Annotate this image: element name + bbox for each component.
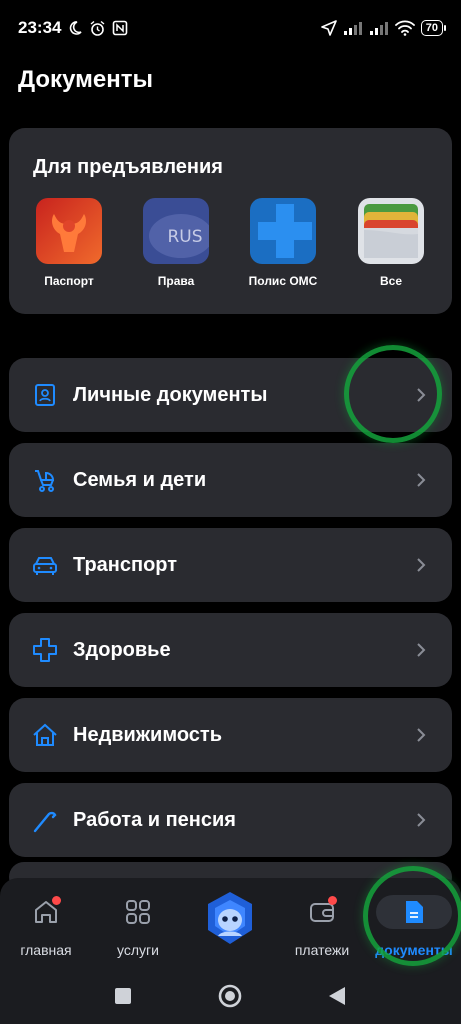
chevron-right-icon — [416, 642, 426, 658]
back-icon[interactable] — [329, 987, 345, 1005]
battery-icon: 70 — [420, 20, 447, 36]
chevron-right-icon — [416, 812, 426, 828]
category-family-children[interactable]: Семья и дети — [9, 443, 452, 517]
all-documents-label: Все — [379, 274, 402, 288]
passport-label: Паспорт — [44, 274, 94, 288]
id-card-icon — [31, 381, 59, 409]
driving-license-tile[interactable]: RUS Права — [131, 198, 221, 288]
car-icon — [31, 551, 59, 579]
moon-icon — [67, 20, 83, 36]
page-title: Документы — [18, 66, 153, 93]
category-real-estate[interactable]: Недвижимость — [9, 698, 452, 772]
present-documents-card: Для предъявления Паспорт RUS Права Полис… — [9, 128, 452, 314]
system-navigation-bar — [0, 982, 461, 1012]
passport-tile[interactable]: Паспорт — [24, 198, 114, 288]
category-work-pension[interactable]: Работа и пенсия — [9, 783, 452, 857]
medical-policy-icon — [250, 198, 316, 264]
stroller-icon — [31, 466, 59, 494]
tap-highlight-ring — [363, 866, 461, 966]
present-documents-title: Для предъявления — [33, 156, 223, 178]
nav-payments[interactable]: платежи — [276, 890, 368, 958]
wifi-icon — [394, 20, 415, 36]
nav-payments-label: платежи — [294, 942, 350, 958]
driving-license-icon: RUS — [143, 198, 209, 264]
nav-services-label: услуги — [117, 942, 159, 958]
all-documents-tile[interactable]: Все — [346, 198, 436, 288]
notification-dot — [328, 896, 337, 905]
tap-highlight-ring — [344, 345, 442, 443]
payment-wallet-icon — [276, 890, 368, 934]
category-health[interactable]: Здоровье — [9, 613, 452, 687]
medical-policy-label: Полис ОМС — [248, 274, 318, 288]
category-label: Семья и дети — [73, 468, 207, 491]
nav-assistant[interactable] — [184, 888, 276, 948]
medical-policy-tile[interactable]: Полис ОМС — [238, 198, 328, 288]
category-label: Недвижимость — [73, 723, 223, 746]
category-label: Работа и пенсия — [73, 808, 236, 831]
house-icon — [31, 721, 59, 749]
location-arrow-icon — [320, 20, 337, 36]
passport-icon — [36, 198, 102, 264]
home-icon — [0, 890, 92, 934]
nav-home-label: главная — [20, 942, 72, 958]
medical-cross-icon — [31, 636, 59, 664]
chevron-right-icon — [416, 727, 426, 743]
signal-icon — [343, 21, 363, 35]
notification-dot — [52, 896, 61, 905]
signal-icon — [369, 21, 389, 35]
category-label: Здоровье — [73, 638, 171, 661]
grid-icon — [92, 890, 184, 934]
nav-services[interactable]: услуги — [92, 890, 184, 958]
chevron-right-icon — [416, 472, 426, 488]
rus-badge: RUS — [167, 227, 202, 247]
driving-license-label: Права — [157, 274, 195, 288]
category-label: Транспорт — [73, 553, 178, 576]
clock: 23:34 — [18, 18, 62, 37]
chevron-right-icon — [416, 557, 426, 573]
assistant-robot-icon — [184, 888, 276, 948]
status-bar: 23:34 70 — [0, 0, 461, 56]
nfc-icon — [112, 20, 128, 36]
recent-apps-icon[interactable] — [115, 988, 131, 1004]
alarm-icon — [89, 20, 106, 37]
wallet-icon — [358, 198, 424, 264]
cane-icon — [31, 806, 59, 834]
nav-home[interactable]: главная — [0, 890, 92, 958]
category-transport[interactable]: Транспорт — [9, 528, 452, 602]
